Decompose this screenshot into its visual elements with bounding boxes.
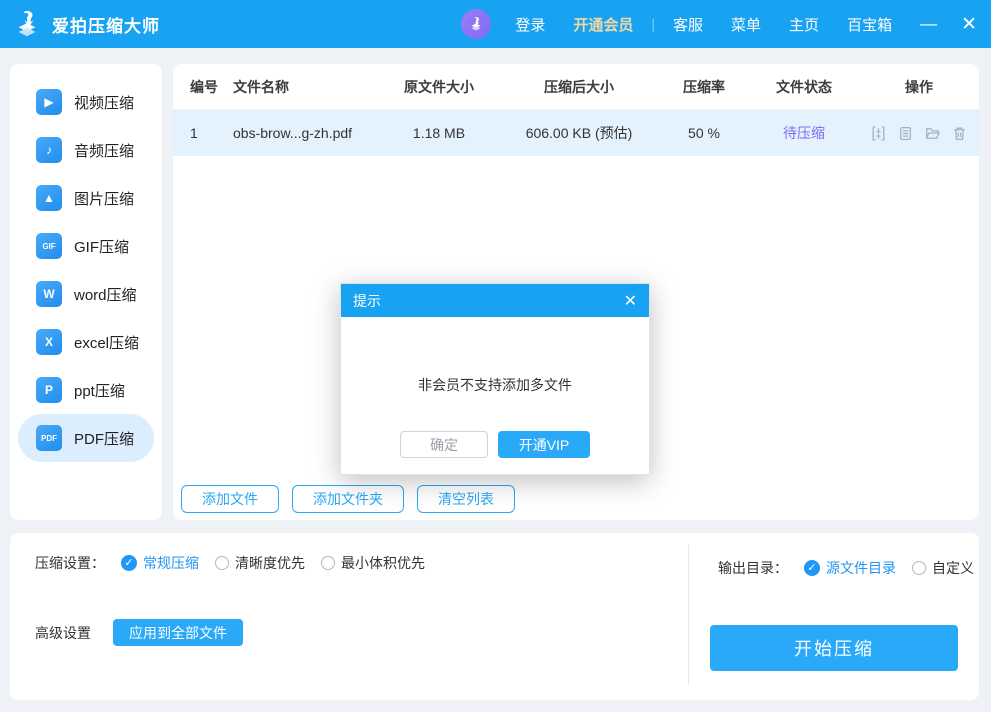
radio-checked-icon: ✓ — [804, 560, 820, 576]
dialog-close-icon[interactable]: ✕ — [624, 291, 637, 311]
dialog-open-vip-button[interactable]: 开通VIP — [498, 431, 590, 458]
dialog-buttons: 确定 开通VIP — [341, 431, 649, 458]
radio-label: 自定义 — [932, 558, 974, 578]
radio-label: 最小体积优先 — [341, 553, 425, 573]
add-folder-button[interactable]: 添加文件夹 — [292, 485, 404, 513]
sidebar-item-label: excel压缩 — [74, 332, 139, 353]
col-header-ops: 操作 — [859, 77, 979, 97]
row-status: 待压缩 — [749, 123, 859, 143]
tip-dialog: 提示 ✕ 非会员不支持添加多文件 确定 开通VIP — [340, 283, 650, 475]
col-header-ratio: 压缩率 — [659, 77, 749, 97]
delete-icon[interactable] — [951, 125, 968, 142]
radio-label: 源文件目录 — [826, 558, 896, 578]
output-dir-label: 输出目录： — [718, 558, 788, 578]
radio-unchecked-icon — [912, 561, 926, 575]
start-compress-button[interactable]: 开始压缩 — [710, 625, 958, 671]
col-header-num: 编号 — [173, 77, 223, 97]
row-num: 1 — [173, 125, 223, 141]
row-filename: obs-brow...g-zh.pdf — [223, 125, 379, 141]
add-file-button[interactable]: 添加文件 — [181, 485, 279, 513]
word-icon: W — [36, 281, 62, 307]
video-icon: ▶ — [36, 89, 62, 115]
minimize-button[interactable]: — — [906, 14, 951, 34]
settings-divider — [688, 545, 689, 685]
excel-icon: X — [36, 329, 62, 355]
nav-home[interactable]: 主页 — [775, 14, 833, 35]
sidebar-item-label: word压缩 — [74, 284, 137, 305]
compress-settings-label: 压缩设置： — [35, 553, 105, 573]
detail-icon[interactable] — [897, 125, 914, 142]
audio-icon: ♪ — [36, 137, 62, 163]
sidebar-item-gif[interactable]: GIF GIF压缩 — [10, 222, 162, 270]
table-row[interactable]: 1 obs-brow...g-zh.pdf 1.18 MB 606.00 KB … — [173, 110, 979, 156]
col-header-after: 压缩后大小 — [499, 77, 659, 97]
nav-customer-service[interactable]: 客服 — [659, 14, 717, 35]
row-operations — [859, 125, 979, 142]
table-header: 编号 文件名称 原文件大小 压缩后大小 压缩率 文件状态 操作 — [173, 64, 979, 110]
sidebar-item-ppt[interactable]: P ppt压缩 — [10, 366, 162, 414]
sidebar-item-image[interactable]: ▲ 图片压缩 — [10, 174, 162, 222]
file-action-buttons: 添加文件 添加文件夹 清空列表 — [181, 485, 515, 513]
apply-to-all-button[interactable]: 应用到全部文件 — [113, 619, 243, 646]
sidebar-item-label: 图片压缩 — [74, 188, 134, 209]
nav-menu[interactable]: 菜单 — [717, 14, 775, 35]
sidebar-item-label: PDF压缩 — [74, 428, 134, 449]
col-header-name: 文件名称 — [223, 77, 379, 97]
row-original-size: 1.18 MB — [379, 125, 499, 141]
sidebar-item-video[interactable]: ▶ 视频压缩 — [10, 78, 162, 126]
app-logo-icon — [10, 7, 44, 41]
open-vip-link[interactable]: 开通会员 — [559, 14, 647, 35]
user-avatar[interactable] — [461, 9, 491, 39]
app-title: 爱拍压缩大师 — [52, 12, 160, 37]
radio-checked-icon: ✓ — [121, 555, 137, 571]
radio-normal-compress[interactable]: ✓ 常规压缩 — [121, 553, 199, 573]
login-link[interactable]: 登录 — [501, 14, 559, 35]
close-button[interactable]: ✕ — [951, 13, 991, 36]
open-folder-icon[interactable] — [924, 125, 941, 142]
row-compressed-size: 606.00 KB (预估) — [499, 123, 659, 143]
sidebar-item-word[interactable]: W word压缩 — [10, 270, 162, 318]
clear-list-button[interactable]: 清空列表 — [417, 485, 515, 513]
radio-custom-dir[interactable]: 自定义 — [912, 558, 974, 578]
radio-unchecked-icon — [321, 556, 335, 570]
sidebar-item-label: 音频压缩 — [74, 140, 134, 161]
sidebar-item-label: ppt压缩 — [74, 380, 125, 401]
advanced-settings-label: 高级设置 — [35, 623, 91, 643]
pdf-icon: PDF — [36, 425, 62, 451]
sidebar-item-label: GIF压缩 — [74, 236, 129, 257]
settings-panel: 压缩设置： ✓ 常规压缩 清晰度优先 最小体积优先 高级设置 应用到全部文件 输… — [10, 533, 979, 700]
sidebar-item-excel[interactable]: X excel压缩 — [10, 318, 162, 366]
sidebar-item-label: 视频压缩 — [74, 92, 134, 113]
dialog-ok-button[interactable]: 确定 — [400, 431, 488, 458]
sidebar: ▶ 视频压缩 ♪ 音频压缩 ▲ 图片压缩 GIF GIF压缩 W word压缩 … — [10, 64, 162, 520]
col-header-orig: 原文件大小 — [379, 77, 499, 97]
sidebar-item-pdf[interactable]: PDF PDF压缩 — [18, 414, 154, 462]
output-dir-row: 输出目录： ✓ 源文件目录 自定义 — [718, 558, 974, 578]
header-divider: | — [647, 16, 659, 32]
advanced-settings-row: 高级设置 应用到全部文件 — [35, 619, 243, 646]
radio-source-dir[interactable]: ✓ 源文件目录 — [804, 558, 896, 578]
compress-settings-row: 压缩设置： ✓ 常规压缩 清晰度优先 最小体积优先 — [35, 553, 425, 573]
row-ratio: 50 % — [659, 125, 749, 141]
compress-settings-icon[interactable] — [870, 125, 887, 142]
gif-icon: GIF — [36, 233, 62, 259]
radio-clarity-first[interactable]: 清晰度优先 — [215, 553, 305, 573]
sidebar-item-audio[interactable]: ♪ 音频压缩 — [10, 126, 162, 174]
radio-min-size-first[interactable]: 最小体积优先 — [321, 553, 425, 573]
dialog-message: 非会员不支持添加多文件 — [341, 375, 649, 395]
dialog-title: 提示 — [353, 291, 381, 311]
radio-unchecked-icon — [215, 556, 229, 570]
dialog-title-bar: 提示 ✕ — [341, 284, 649, 317]
ppt-icon: P — [36, 377, 62, 403]
radio-label: 常规压缩 — [143, 553, 199, 573]
radio-label: 清晰度优先 — [235, 553, 305, 573]
image-icon: ▲ — [36, 185, 62, 211]
nav-toolbox[interactable]: 百宝箱 — [833, 14, 906, 35]
title-bar: 爱拍压缩大师 登录 开通会员 | 客服 菜单 主页 百宝箱 — ✕ — [0, 0, 991, 48]
col-header-status: 文件状态 — [749, 77, 859, 97]
